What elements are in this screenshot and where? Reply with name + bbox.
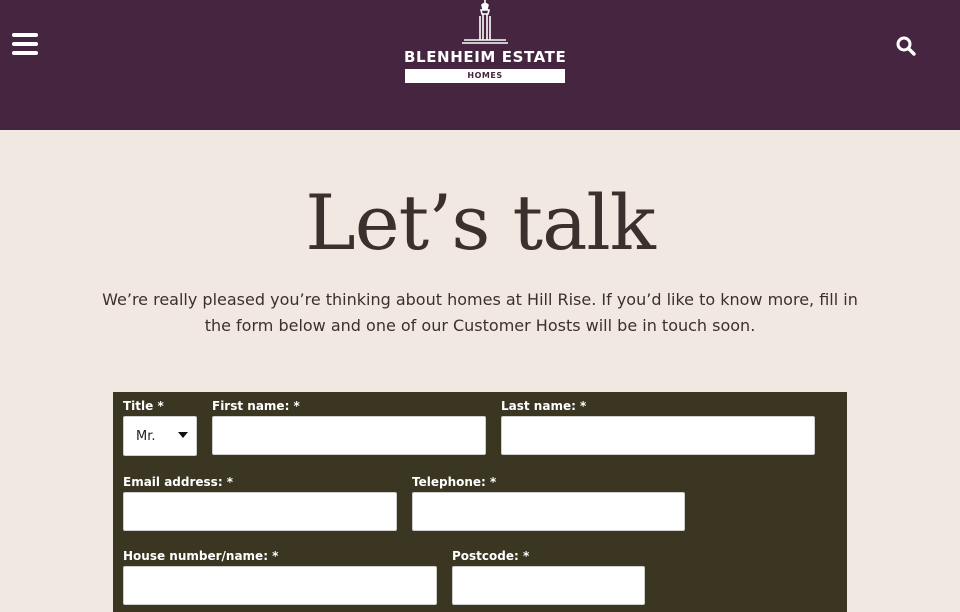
title-label: Title * [123,399,164,413]
house-input[interactable] [123,566,437,605]
hamburger-menu-icon[interactable] [12,33,38,57]
email-label: Email address: * [123,475,234,489]
email-input[interactable] [123,492,397,531]
chevron-down-icon [178,432,188,438]
last-name-label: Last name: * [501,399,587,413]
house-label: House number/name: * [123,549,279,563]
last-name-input[interactable] [501,416,815,455]
telephone-input[interactable] [412,492,685,531]
contact-form: Title * Mr. First name: * Last name: * E… [113,392,847,612]
first-name-input[interactable] [212,416,486,455]
postcode-input[interactable] [452,566,645,605]
search-icon[interactable] [896,36,916,56]
tower-logo-icon [462,0,508,44]
page-title: Let’s talk [305,178,656,267]
site-header: BLENHEIM ESTATE HOMES [0,0,960,130]
telephone-label: Telephone: * [412,475,497,489]
postcode-label: Postcode: * [452,549,530,563]
logo-name: BLENHEIM ESTATE [404,48,567,66]
logo-subtitle: HOMES [405,69,565,83]
title-select[interactable]: Mr. [123,416,197,456]
intro-text: We’re really pleased you’re thinking abo… [102,290,858,335]
title-select-value: Mr. [136,428,156,444]
first-name-label: First name: * [212,399,300,413]
logo[interactable]: BLENHEIM ESTATE HOMES [404,0,566,84]
